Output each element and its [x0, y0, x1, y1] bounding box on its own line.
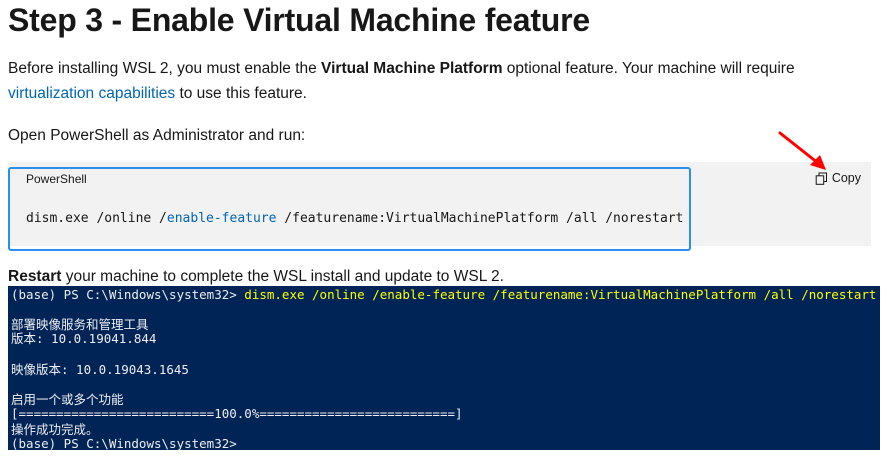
code-language-label: PowerShell [26, 172, 87, 186]
terminal-version: 版本: 10.0.19041.844 [11, 331, 157, 346]
code-command-pre: dism.exe /online / [26, 211, 167, 226]
code-block-header: PowerShell Copy [8, 162, 871, 192]
intro-text-3: to use this feature. [175, 85, 307, 102]
intro-bold-feature: Virtual Machine Platform [321, 60, 503, 77]
terminal-command: dism.exe /online /enable-feature /featur… [244, 287, 877, 302]
terminal-final-prompt: (base) PS C:\Windows\system32> [11, 436, 237, 451]
code-command: dism.exe /online /enable-feature /featur… [26, 211, 683, 226]
code-command-post: /featurename:VirtualMachinePlatform /all… [276, 211, 684, 226]
restart-rest: your machine to complete the WSL install… [61, 268, 504, 285]
terminal-command-line: (base) PS C:\Windows\system32> dism.exe … [11, 288, 876, 302]
arrow-annotation-icon [778, 131, 826, 170]
terminal-image-version: 映像版本: 10.0.19043.1645 [11, 362, 189, 377]
intro-text-2: optional feature. Your machine will requ… [502, 60, 795, 77]
code-command-keyword: enable-feature [166, 211, 277, 226]
terminal-prompt: (base) PS C:\Windows\system32> [11, 287, 245, 302]
restart-bold: Restart [8, 268, 62, 285]
virtualization-link[interactable]: virtualization capabilities [8, 85, 175, 102]
intro-text-1: Before installing WSL 2, you must enable… [8, 60, 322, 77]
terminal-enabling: 启用一个或多个功能 [11, 392, 124, 407]
terminal-progress: [==========================100.0%=======… [11, 406, 463, 421]
powershell-terminal: (base) PS C:\Windows\system32> dism.exe … [8, 286, 880, 450]
code-block: PowerShell Copy dism.exe /online /enable… [8, 162, 871, 246]
copy-label: Copy [831, 171, 861, 185]
terminal-success: 操作成功完成。 [11, 422, 99, 437]
intro-paragraph: Before installing WSL 2, you must enable… [8, 56, 868, 106]
page-title: Step 3 - Enable Virtual Machine feature [8, 2, 590, 38]
open-powershell-text: Open PowerShell as Administrator and run… [8, 127, 306, 144]
terminal-tool-name: 部署映像服务和管理工具 [11, 317, 149, 332]
